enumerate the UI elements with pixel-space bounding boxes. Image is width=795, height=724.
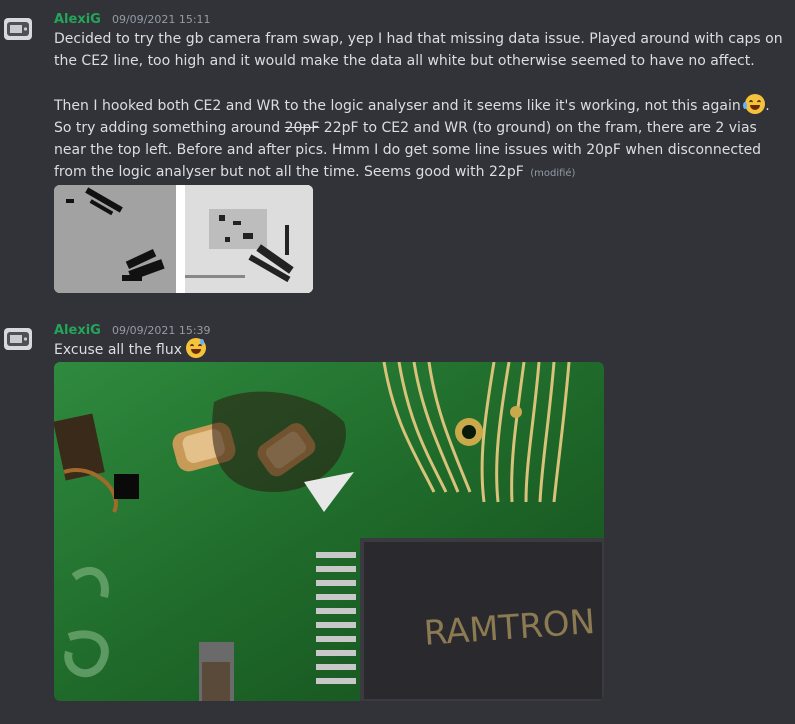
attachment-pcb-photo[interactable]: RAMTRON — [54, 362, 604, 701]
attachment-after-pic[interactable] — [185, 185, 313, 293]
message-text: Excuse all the flux — [54, 342, 183, 358]
text-segment: Then I hooked both CE2 and WR to the log… — [54, 98, 741, 114]
author-name[interactable]: AlexiG — [54, 12, 101, 27]
edited-label: (modifié) — [530, 168, 576, 179]
avatar[interactable] — [4, 18, 32, 40]
before-image — [54, 185, 182, 293]
gameboy-avatar-icon — [7, 332, 29, 346]
message-header: AlexiG 09/09/2021 15:39 — [54, 319, 211, 338]
joy-emoji-icon — [743, 94, 766, 114]
message-content: Decided to try the gb camera fram swap, … — [54, 28, 784, 185]
timestamp: 09/09/2021 15:11 — [111, 13, 211, 26]
gameboy-avatar-icon — [7, 22, 29, 36]
message-content: Excuse all the flux — [54, 338, 784, 361]
timestamp: 09/09/2021 15:39 — [111, 324, 211, 337]
avatar[interactable] — [4, 328, 32, 350]
sweat-smile-emoji-icon — [186, 338, 207, 358]
strikethrough-text: 20pF — [284, 120, 320, 136]
after-image — [185, 185, 313, 293]
message-header: AlexiG 09/09/2021 15:11 — [54, 8, 211, 27]
paragraph-2: Then I hooked both CE2 and WR to the log… — [54, 94, 784, 185]
paragraph-1: Decided to try the gb camera fram swap, … — [54, 31, 783, 69]
attachment-before-pic[interactable] — [54, 185, 182, 293]
author-name[interactable]: AlexiG — [54, 323, 101, 338]
pcb-photo-image: RAMTRON — [54, 362, 604, 701]
attachment-gallery — [54, 185, 313, 293]
